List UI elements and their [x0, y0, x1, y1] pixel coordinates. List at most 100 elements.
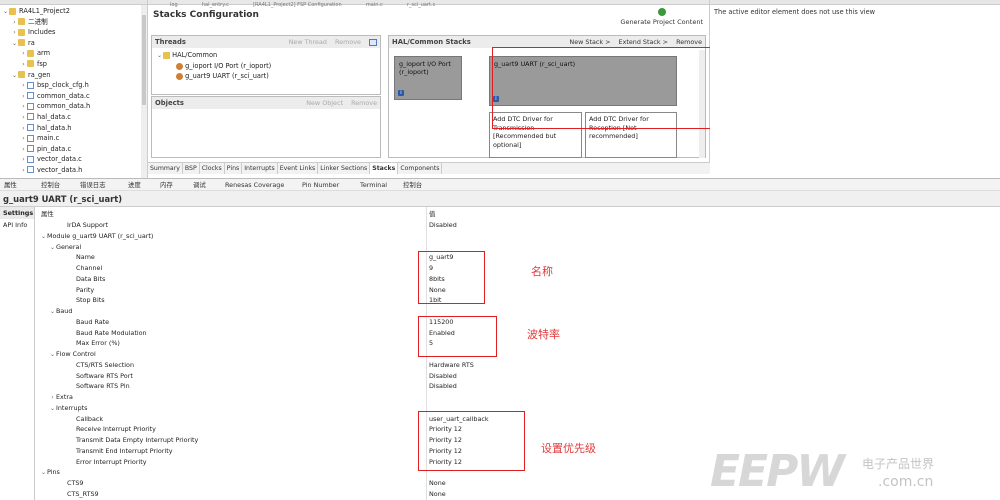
- tab-settings[interactable]: Settings: [0, 207, 34, 219]
- property-name: Stop Bits: [76, 296, 105, 305]
- explorer-item[interactable]: › fsp: [0, 59, 147, 70]
- property-group[interactable]: ⌄Baud: [38, 306, 1000, 317]
- explorer-item[interactable]: › main.c: [0, 133, 147, 144]
- property-value[interactable]: None: [429, 478, 446, 489]
- threads-header: Threads New Thread Remove: [152, 36, 380, 48]
- explorer-item[interactable]: ⌄ ra: [0, 38, 147, 49]
- editor-tab[interactable]: log: [170, 3, 178, 8]
- property-name: CTS_RTS9: [67, 489, 99, 498]
- explorer-item-label: Includes: [28, 28, 56, 37]
- visualization-message: The active editor element does not use t…: [714, 8, 876, 16]
- generate-icon: [657, 8, 666, 16]
- chevron-down-icon[interactable]: ⌄: [2, 7, 9, 18]
- config-tab[interactable]: Linker Sections: [318, 163, 371, 174]
- config-tabs: Summary BSP Clocks Pins Interrupts Event Link…: [148, 162, 710, 174]
- property-value[interactable]: Disabled: [429, 381, 457, 392]
- property-group[interactable]: ⌄General: [38, 242, 1000, 253]
- explorer-item-label: hal_data.c: [37, 112, 71, 121]
- explorer-item[interactable]: › hal_data.c: [0, 112, 147, 123]
- editor-tab[interactable]: hal_entry.c: [202, 3, 229, 8]
- thread-ioport[interactable]: g_ioport I/O Port (r_ioport): [156, 61, 376, 71]
- generate-project-content-button[interactable]: Generate Project Content: [620, 8, 703, 26]
- properties-side-tabs: Settings API Info: [0, 207, 35, 500]
- property-row[interactable]: IrDA Support Disabled: [38, 220, 1000, 231]
- file-icon: [27, 134, 34, 142]
- property-row[interactable]: Software RTS Pin Disabled: [38, 381, 1000, 392]
- property-name: Pins: [47, 468, 60, 477]
- property-row[interactable]: Baud Rate 115200: [38, 317, 1000, 328]
- remove-object-button[interactable]: Remove: [351, 99, 377, 107]
- folder-icon: [18, 39, 25, 47]
- explorer-item[interactable]: › 二进制: [0, 17, 147, 28]
- objects-title: Objects: [155, 99, 184, 107]
- explorer-item[interactable]: › common_data.h: [0, 101, 147, 112]
- property-row[interactable]: Stop Bits 1bit: [38, 295, 1000, 306]
- explorer-item[interactable]: ⌄ ra_gen: [0, 70, 147, 81]
- stack-module-ioport[interactable]: g_ioport I/O Port (r_ioport) i: [394, 56, 462, 100]
- property-group[interactable]: ⌄Module g_uart9 UART (r_sci_uart): [38, 231, 1000, 242]
- remove-stack-button[interactable]: Remove: [676, 38, 702, 46]
- explorer-item[interactable]: ⌄ RA4L1_Project2: [0, 6, 147, 17]
- new-stack-button[interactable]: New Stack >: [569, 38, 610, 46]
- property-value[interactable]: Hardware RTS: [429, 360, 474, 371]
- property-row[interactable]: Software RTS Port Disabled: [38, 371, 1000, 382]
- chevron-down-icon[interactable]: ⌄: [11, 39, 18, 50]
- property-value[interactable]: None: [429, 489, 446, 500]
- folder-icon: [18, 28, 25, 36]
- property-value[interactable]: Disabled: [429, 220, 457, 231]
- config-tab[interactable]: Stacks: [370, 163, 399, 174]
- thread-hal-common[interactable]: ⌄ HAL/Common: [156, 50, 376, 61]
- property-row[interactable]: Baud Rate Modulation Enabled: [38, 328, 1000, 339]
- property-row[interactable]: Name g_uart9: [38, 252, 1000, 263]
- tab-api-info[interactable]: API Info: [0, 219, 34, 231]
- config-tab[interactable]: Pins: [225, 163, 243, 174]
- explorer-item[interactable]: › vector_data.h: [0, 165, 147, 176]
- chevron-right-icon[interactable]: ›: [20, 60, 27, 71]
- config-tab[interactable]: Event Links: [278, 163, 319, 174]
- collapse-icon[interactable]: [369, 38, 377, 46]
- explorer-item[interactable]: › vector_data.c: [0, 154, 147, 165]
- property-row[interactable]: Max Error (%) 5: [38, 338, 1000, 349]
- property-name: Max Error (%): [76, 339, 120, 348]
- info-icon[interactable]: i: [398, 90, 404, 96]
- chevron-right-icon[interactable]: ›: [20, 166, 27, 177]
- file-icon: [27, 92, 34, 100]
- new-object-button[interactable]: New Object: [306, 99, 343, 107]
- explorer-item[interactable]: › hal_data.h: [0, 123, 147, 134]
- config-tab[interactable]: Clocks: [200, 163, 225, 174]
- explorer-scrollbar[interactable]: [141, 5, 147, 178]
- new-thread-button[interactable]: New Thread: [289, 38, 327, 46]
- config-tab[interactable]: Components: [398, 163, 443, 174]
- annotation-priority: 设置优先级: [541, 442, 596, 455]
- explorer-item[interactable]: › arm: [0, 48, 147, 59]
- property-row[interactable]: Channel 9: [38, 263, 1000, 274]
- explorer-item[interactable]: › pin_data.c: [0, 144, 147, 155]
- chevron-right-icon[interactable]: ›: [20, 113, 27, 124]
- editor-tab[interactable]: main.c: [366, 3, 383, 8]
- explorer-item-label: vector_data.c: [37, 155, 82, 164]
- threads-title: Threads: [155, 38, 186, 46]
- fsp-visualization-panel: The active editor element does not use t…: [710, 0, 1000, 178]
- property-row[interactable]: CTS/RTS Selection Hardware RTS: [38, 360, 1000, 371]
- editor-tab[interactable]: r_sci_uart.c: [407, 3, 435, 8]
- objects-panel: Objects New Object Remove: [151, 96, 381, 158]
- thread-uart[interactable]: g_uart9 UART (r_sci_uart): [156, 71, 376, 81]
- extend-stack-button[interactable]: Extend Stack >: [619, 38, 668, 46]
- config-tab[interactable]: BSP: [183, 163, 200, 174]
- config-tab[interactable]: Summary: [148, 163, 183, 174]
- chevron-down-icon[interactable]: ⌄: [11, 71, 18, 82]
- explorer-item[interactable]: › bsp_clock_cfg.h: [0, 80, 147, 91]
- explorer-item[interactable]: › Includes: [0, 27, 147, 38]
- remove-thread-button[interactable]: Remove: [335, 38, 361, 46]
- fsp-configuration-editor: log hal_entry.c [RA4L1_Project2] FSP Con…: [148, 0, 714, 174]
- property-group[interactable]: ⌄Flow Control: [38, 349, 1000, 360]
- file-icon: [27, 166, 34, 174]
- property-group[interactable]: › Extra: [38, 392, 1000, 403]
- property-row[interactable]: Parity None: [38, 285, 1000, 296]
- property-value[interactable]: Disabled: [429, 371, 457, 382]
- property-row[interactable]: Data Bits 8bits: [38, 274, 1000, 285]
- explorer-item[interactable]: › common_data.c: [0, 91, 147, 102]
- editor-tab[interactable]: [RA4L1_Project2] FSP Configuration: [253, 3, 342, 8]
- file-icon: [27, 124, 34, 132]
- config-tab[interactable]: Interrupts: [242, 163, 278, 174]
